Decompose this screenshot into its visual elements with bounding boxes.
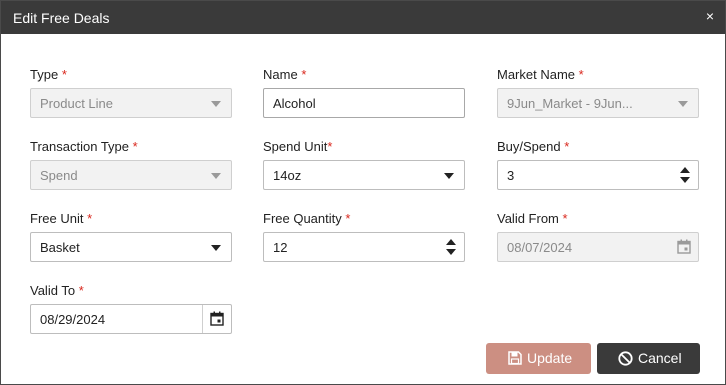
dialog-titlebar: Edit Free Deals × bbox=[1, 1, 725, 34]
required-mark: * bbox=[562, 211, 568, 226]
free-unit-field: Free Unit * Basket bbox=[30, 210, 232, 262]
valid-from-date-input[interactable]: 08/07/2024 bbox=[497, 232, 699, 262]
required-mark: * bbox=[345, 211, 351, 226]
market-name-value: 9Jun_Market - 9Jun... bbox=[507, 96, 633, 111]
type-select[interactable]: Product Line bbox=[30, 88, 232, 118]
valid-to-date-input[interactable]: 08/29/2024 bbox=[30, 304, 232, 334]
transaction-type-label: Transaction Type bbox=[30, 139, 129, 154]
name-label: Name bbox=[263, 67, 298, 82]
update-label: Update bbox=[527, 350, 573, 366]
market-name-select[interactable]: 9Jun_Market - 9Jun... bbox=[497, 88, 699, 118]
transaction-type-select[interactable]: Spend bbox=[30, 160, 232, 190]
chevron-down-icon bbox=[211, 101, 221, 107]
required-mark: * bbox=[564, 139, 570, 154]
valid-from-label: Valid From bbox=[497, 211, 559, 226]
spend-unit-value: 14oz bbox=[273, 168, 302, 183]
required-mark: * bbox=[61, 67, 67, 82]
spend-unit-select[interactable]: 14oz bbox=[263, 160, 465, 190]
cancel-label: Cancel bbox=[638, 350, 682, 366]
spend-unit-label: Spend Unit bbox=[263, 139, 328, 154]
name-input[interactable]: Alcohol bbox=[263, 88, 465, 118]
transaction-type-field: Transaction Type * Spend bbox=[30, 138, 232, 190]
required-mark: * bbox=[301, 67, 307, 82]
free-unit-select[interactable]: Basket bbox=[30, 232, 232, 262]
chevron-down-icon bbox=[444, 173, 454, 179]
buy-spend-value: 3 bbox=[507, 168, 515, 183]
buy-spend-label: Buy/Spend bbox=[497, 139, 561, 154]
free-quantity-field: Free Quantity * 12 bbox=[263, 210, 465, 262]
cancel-button[interactable]: Cancel bbox=[597, 343, 700, 374]
chevron-down-icon bbox=[211, 245, 221, 251]
free-quantity-value: 12 bbox=[273, 240, 288, 255]
free-quantity-label: Free Quantity bbox=[263, 211, 342, 226]
cancel-circle-icon bbox=[618, 351, 633, 366]
chevron-down-icon bbox=[678, 101, 688, 107]
free-unit-value: Basket bbox=[40, 240, 80, 255]
update-button[interactable]: Update bbox=[486, 343, 591, 374]
buy-spend-input[interactable]: 3 bbox=[497, 160, 699, 190]
spend-unit-field: Spend Unit* 14oz bbox=[263, 138, 465, 190]
required-mark: * bbox=[78, 283, 84, 298]
market-name-field: Market Name * 9Jun_Market - 9Jun... bbox=[497, 66, 699, 118]
calendar-icon[interactable] bbox=[670, 233, 698, 261]
transaction-type-value: Spend bbox=[40, 168, 78, 183]
valid-from-field: Valid From * 08/07/2024 bbox=[497, 210, 699, 262]
calendar-icon[interactable] bbox=[202, 305, 231, 333]
name-value: Alcohol bbox=[273, 96, 316, 111]
free-unit-label: Free Unit bbox=[30, 211, 84, 226]
name-field: Name * Alcohol bbox=[263, 66, 465, 118]
required-mark: * bbox=[132, 139, 138, 154]
required-mark: * bbox=[327, 139, 333, 154]
type-label: Type bbox=[30, 67, 59, 82]
close-icon[interactable]: × bbox=[703, 9, 717, 23]
valid-to-label: Valid To bbox=[30, 283, 76, 298]
spinner-arrows-icon[interactable] bbox=[438, 233, 464, 261]
valid-to-value: 08/29/2024 bbox=[40, 312, 106, 327]
spinner-arrows-icon[interactable] bbox=[672, 161, 698, 189]
free-quantity-input[interactable]: 12 bbox=[263, 232, 465, 262]
required-mark: * bbox=[578, 67, 584, 82]
type-field: Type * Product Line bbox=[30, 66, 232, 118]
valid-to-field: Valid To * 08/29/2024 bbox=[30, 282, 232, 334]
required-mark: * bbox=[87, 211, 93, 226]
chevron-down-icon bbox=[211, 173, 221, 179]
type-value: Product Line bbox=[40, 96, 113, 111]
buy-spend-field: Buy/Spend * 3 bbox=[497, 138, 699, 190]
valid-from-value: 08/07/2024 bbox=[507, 240, 573, 255]
market-name-label: Market Name bbox=[497, 67, 576, 82]
save-icon bbox=[508, 351, 522, 365]
dialog-title: Edit Free Deals bbox=[13, 10, 110, 26]
edit-free-deals-dialog: Edit Free Deals × Type * Product Line Na… bbox=[0, 0, 726, 385]
